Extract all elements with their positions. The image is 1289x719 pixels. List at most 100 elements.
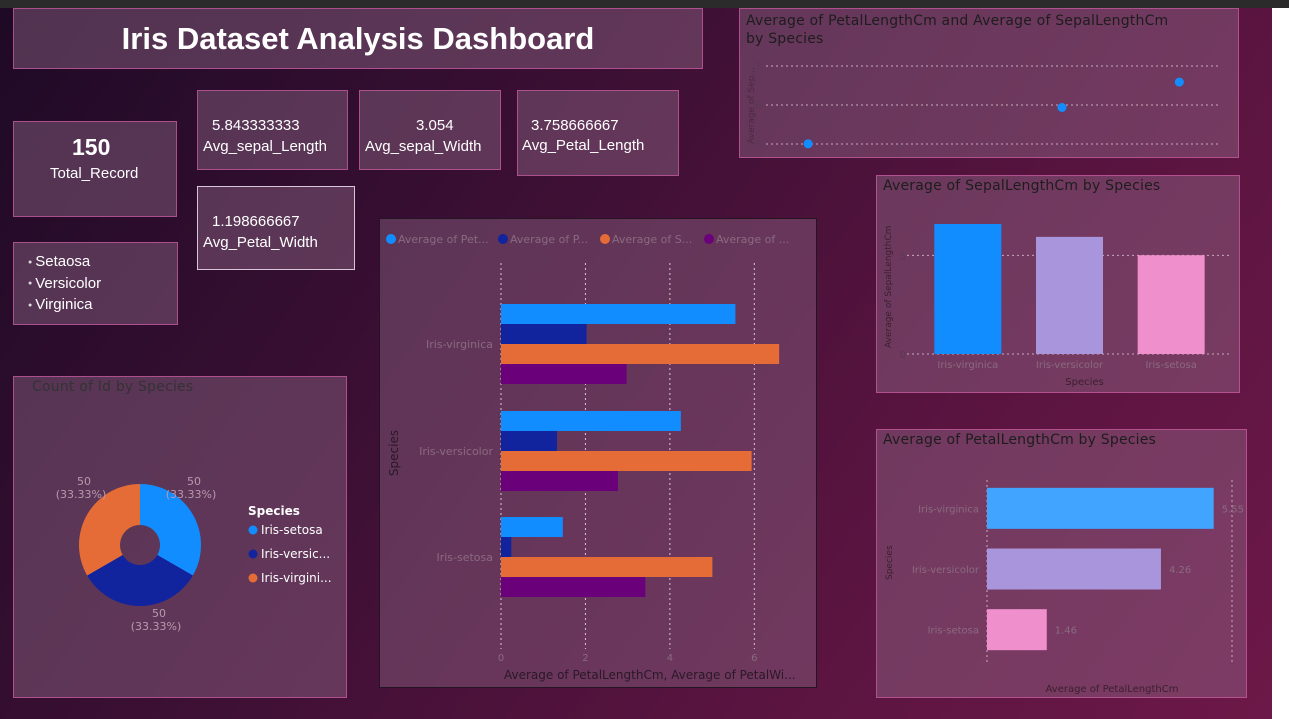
sepal-bar <box>1036 236 1103 354</box>
species-list-card: ● Setaosa ● Versicolor ● Virginica <box>13 242 178 325</box>
cluster-bar <box>501 411 681 431</box>
cluster-y-tick: Iris-virginica <box>426 338 493 351</box>
species-list: ● Setaosa ● Versicolor ● Virginica <box>28 251 101 316</box>
pie-legend-marker <box>248 549 258 559</box>
cluster-bar <box>501 557 713 577</box>
species-list-item: ● Setaosa <box>28 253 91 270</box>
dashboard-title: Iris Dataset Analysis Dashboard <box>121 20 595 56</box>
species-list-item: ● Virginica <box>28 296 93 314</box>
sepal-bar-chart[interactable]: 0 5 Iris-virginica Iris-versicolor Iris-seto… <box>877 176 1239 392</box>
pie-legend-item: Iris-setosa <box>261 523 323 537</box>
petal-bar-card[interactable]: Average of PetalLengthCm by Species Iris… <box>876 429 1247 698</box>
sepal-x-axis-label: Species <box>1065 377 1104 388</box>
scatter-chart[interactable]: 567Average of Sep... <box>740 9 1238 157</box>
petal-data-label: 5.55 <box>1222 504 1244 515</box>
petal-bar-chart[interactable]: Iris-virginica 5.55 Iris-versicolor 4.26 Iri… <box>877 430 1246 697</box>
kpi-avg-sepal-length-label: Avg_sepal_Length <box>203 138 327 155</box>
pie-chart[interactable]: 50(33.33%)50(33.33%)50(33.33%)SpeciesIri… <box>14 397 346 697</box>
petal-x-axis-label: Average of PetalLengthCm <box>1046 684 1179 695</box>
clustered-bar-chart[interactable]: Average of Pet... Average of P... Average … <box>380 219 816 687</box>
pie-legend-marker <box>248 573 258 583</box>
cluster-bar <box>501 471 618 491</box>
clustered-bar-card[interactable]: Average of Pet... Average of P... Average … <box>379 218 817 688</box>
scatter-point <box>1174 77 1184 87</box>
kpi-avg-petal-width-card[interactable]: 1.198666667 Avg_Petal_Width <box>197 186 355 270</box>
cluster-x-tick: 2 <box>582 653 588 664</box>
kpi-avg-petal-length-value: 3.758666667 <box>531 117 619 134</box>
cluster-legend-marker <box>386 234 396 244</box>
cluster-x-tick: 6 <box>751 653 757 664</box>
sepal-bar <box>934 223 1002 354</box>
scatter-chart-card[interactable]: Average of PetalLengthCm and Average of … <box>739 8 1239 158</box>
scatter-point <box>1057 102 1067 112</box>
cluster-bar <box>501 304 736 324</box>
kpi-total-record-card[interactable]: 150 Total_Record <box>13 121 177 217</box>
cluster-y-tick: Iris-versicolor <box>419 445 493 458</box>
cluster-legend-item: Average of S... <box>612 233 692 246</box>
petal-bar <box>987 487 1214 529</box>
petal-data-label: 1.46 <box>1055 626 1077 637</box>
kpi-avg-petal-length-label: Avg_Petal_Length <box>522 137 645 154</box>
cluster-bar <box>501 517 563 537</box>
scatter-point <box>803 139 813 149</box>
pie-chart-title: Count of Id by Species <box>32 379 194 395</box>
sepal-bar <box>1137 255 1205 354</box>
pie-data-label: 50 <box>77 475 91 488</box>
pie-data-label-pct: (33.33%) <box>56 488 107 501</box>
kpi-avg-sepal-width-value: 3.054 <box>416 117 454 134</box>
scatter-y-axis-label: Average of Sep... <box>747 67 757 144</box>
right-edge-strip <box>1272 8 1289 719</box>
kpi-avg-petal-length-card[interactable]: 3.758666667 Avg_Petal_Length <box>517 90 679 176</box>
petal-bar <box>987 548 1161 590</box>
cluster-bar <box>501 344 780 364</box>
petal-y-tick: Iris-virginica <box>918 504 979 515</box>
pie-chart-card[interactable]: Count of Id by Species 50 (33.33%) 50 (33.3… <box>13 376 347 698</box>
cluster-bar <box>501 324 587 344</box>
dashboard-title-card: Iris Dataset Analysis Dashboard <box>13 8 703 69</box>
pie-legend-marker <box>248 525 258 535</box>
pie-legend-item: Iris-virgini... <box>261 571 332 585</box>
cluster-legend-item: Average of ... <box>716 233 789 246</box>
kpi-avg-petal-width-value: 1.198666667 <box>212 213 300 230</box>
pie-legend-title: Species <box>248 504 300 518</box>
cluster-bar <box>501 451 752 471</box>
cluster-x-axis-label: Average of PetalLengthCm, Average of Pet… <box>504 668 796 682</box>
window-top-bar <box>0 0 1289 8</box>
kpi-avg-sepal-width-card[interactable]: 3.054 Avg_sepal_Width <box>359 90 501 170</box>
cluster-legend-item: Average of P... <box>510 233 588 246</box>
kpi-avg-sepal-width-label: Avg_sepal_Width <box>365 138 482 155</box>
cluster-x-tick: 4 <box>667 653 673 664</box>
kpi-avg-sepal-length-value: 5.843333333 <box>212 117 300 134</box>
petal-y-axis-label: Species <box>885 545 895 580</box>
petal-y-tick: Iris-versicolor <box>912 565 980 576</box>
pie-data-label-pct: (33.33%) <box>166 488 217 501</box>
sepal-y-tick: 0 <box>900 350 906 361</box>
pie-data-label-pct: (33.33%) <box>131 620 182 633</box>
cluster-legend-marker <box>704 234 714 244</box>
sepal-bar-card[interactable]: Average of SepalLengthCm by Species 0 5 Ir… <box>876 175 1240 393</box>
species-list-item: ● Versicolor <box>28 274 102 292</box>
cluster-bar <box>501 431 557 451</box>
cluster-y-axis-label: Species <box>387 430 401 476</box>
cluster-legend-marker <box>600 234 610 244</box>
pie-legend-item: Iris-versic... <box>261 547 330 561</box>
petal-bar <box>987 609 1047 651</box>
cluster-legend-item: Average of Pet... <box>398 233 489 246</box>
petal-y-tick: Iris-setosa <box>928 626 979 637</box>
cluster-x-tick: 0 <box>498 653 504 664</box>
kpi-total-record-label: Total_Record <box>50 165 139 182</box>
kpi-total-record-value: 150 <box>72 134 111 160</box>
cluster-y-tick: Iris-setosa <box>436 551 493 564</box>
cluster-bar <box>501 577 646 597</box>
cluster-bar <box>501 364 627 384</box>
pie-data-label: 50 <box>152 607 166 620</box>
sepal-x-tick: Iris-setosa <box>1145 360 1196 371</box>
sepal-x-tick: Iris-virginica <box>937 360 998 371</box>
petal-data-label: 4.26 <box>1169 565 1191 576</box>
kpi-avg-sepal-length-card[interactable]: 5.843333333 Avg_sepal_Length <box>197 90 348 170</box>
sepal-y-axis-label: Average of SepalLengthCm <box>884 226 894 348</box>
pie-data-label: 50 <box>187 475 201 488</box>
sepal-x-tick: Iris-versicolor <box>1036 360 1104 371</box>
cluster-legend-marker <box>498 234 508 244</box>
sepal-y-tick: 5 <box>900 251 906 262</box>
